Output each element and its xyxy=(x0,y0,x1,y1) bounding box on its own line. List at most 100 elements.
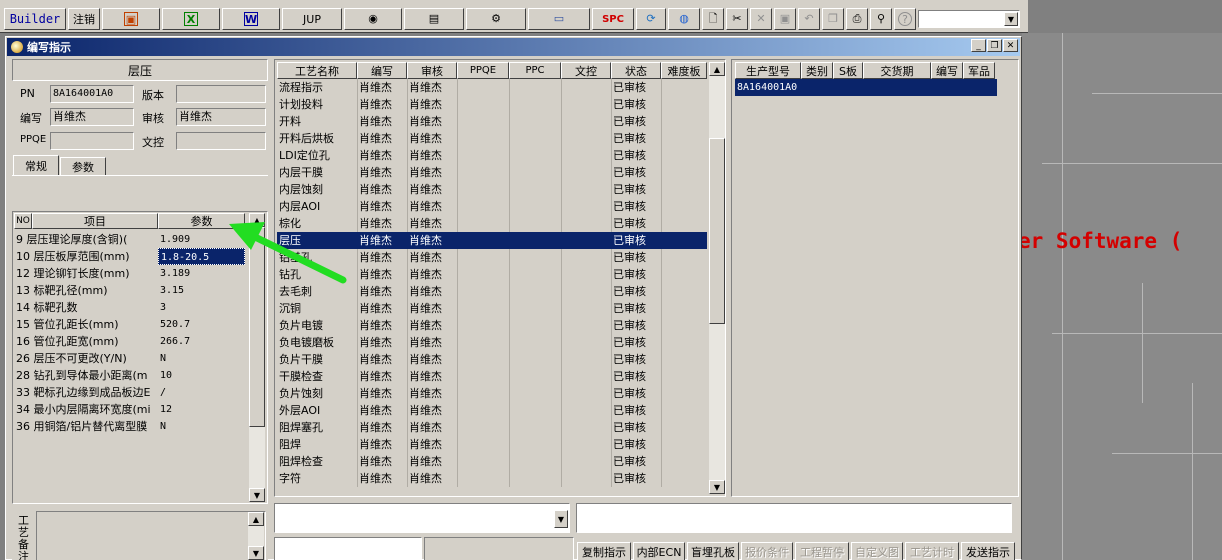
table-row[interactable]: 内层蚀刻 肖维杰 肖维杰 已审核 xyxy=(277,181,707,198)
table-row[interactable]: 15 管位孔距长(mm) 520.7 xyxy=(14,316,245,333)
table-row[interactable]: 34 最小内层隔离环宽度(mi 12 xyxy=(14,401,245,418)
table-row[interactable]: 负片干膜 肖维杰 肖维杰 已审核 xyxy=(277,351,707,368)
proc-col-status[interactable]: 状态 xyxy=(611,62,661,79)
table-row[interactable]: 内层干膜 肖维杰 肖维杰 已审核 xyxy=(277,164,707,181)
help-button[interactable]: ? xyxy=(894,8,916,30)
undo-button[interactable]: ↶ xyxy=(798,8,820,30)
report-button[interactable]: ▣ xyxy=(102,8,160,30)
maximize-button[interactable]: ❐ xyxy=(987,39,1002,52)
table-row[interactable]: 计划投料 肖维杰 肖维杰 已审核 xyxy=(277,96,707,113)
prod-col-s-board[interactable]: S板 xyxy=(833,62,863,79)
param-cell-value[interactable]: 10 xyxy=(158,367,245,384)
table-row[interactable]: 16 管位孔距宽(mm) 266.7 xyxy=(14,333,245,350)
window-titlebar[interactable]: 编写指示 xyxy=(7,38,1020,56)
author-field[interactable]: 肖维杰 xyxy=(50,108,134,126)
copy-instruction-button[interactable]: 复制指示 xyxy=(577,542,631,560)
toolbar-combo[interactable]: ▼ xyxy=(918,10,1020,28)
table-row[interactable]: 28 钻孔到导体最小距离(m 10 xyxy=(14,367,245,384)
table-row[interactable]: 负电镀磨板 肖维杰 肖维杰 已审核 xyxy=(277,334,707,351)
scroll-down-icon[interactable]: ▼ xyxy=(709,480,725,494)
param-cell-value[interactable]: 266.7 xyxy=(158,333,245,350)
delete-button[interactable]: ✕ xyxy=(750,8,772,30)
param-col-item[interactable]: 项目 xyxy=(32,213,158,229)
proc-col-ppqe[interactable]: PPQE xyxy=(457,62,509,79)
bottom-mid-field[interactable] xyxy=(424,537,574,560)
table-row[interactable]: 14 标靶孔数 3 xyxy=(14,299,245,316)
param-cell-value[interactable]: 520.7 xyxy=(158,316,245,333)
scroll-up-icon[interactable]: ▲ xyxy=(249,213,265,227)
proc-col-author[interactable]: 编写 xyxy=(357,62,407,79)
table-row[interactable]: 沉铜 肖维杰 肖维杰 已审核 xyxy=(277,300,707,317)
tools-button[interactable]: ⚙ xyxy=(466,8,526,30)
param-cell-value[interactable]: 3.15 xyxy=(158,282,245,299)
table-row[interactable]: 开料 肖维杰 肖维杰 已审核 xyxy=(277,113,707,130)
remark-field[interactable] xyxy=(36,511,266,560)
blind-buried-button[interactable]: 盲埋孔板 xyxy=(687,542,739,560)
refresh-button[interactable]: ⟳ xyxy=(636,8,666,30)
version-field[interactable] xyxy=(176,85,266,103)
send-instruction-button[interactable]: 发送指示 xyxy=(961,542,1015,560)
param-cell-value[interactable]: 3 xyxy=(158,299,245,316)
param-scrollbar[interactable]: ▲ ▼ xyxy=(249,213,265,502)
chevron-down-icon[interactable]: ▼ xyxy=(1004,12,1018,26)
close-button[interactable]: ✕ xyxy=(1003,39,1018,52)
table-row[interactable]: 铝基孔 肖维杰 肖维杰 已审核 xyxy=(277,249,707,266)
prod-col-category[interactable]: 类别 xyxy=(801,62,833,79)
price-terms-button[interactable]: 报价条件 xyxy=(741,542,793,560)
chevron-down-icon[interactable]: ▼ xyxy=(554,510,568,528)
table-row[interactable]: 钻孔 肖维杰 肖维杰 已审核 xyxy=(277,266,707,283)
spc-button[interactable]: SPC xyxy=(592,8,634,30)
process-scrollbar[interactable]: ▲ ▼ xyxy=(709,62,725,494)
table-row[interactable]: 12 理论铆钉长度(mm) 3.189 xyxy=(14,265,245,282)
prod-col-author[interactable]: 编写 xyxy=(931,62,963,79)
remark-scrollbar[interactable]: ▲ ▼ xyxy=(248,512,264,560)
internal-ecn-button[interactable]: 内部ECN xyxy=(633,542,685,560)
table-row[interactable]: 36 用铜箔/铝片替代离型膜 N xyxy=(14,418,245,435)
table-row[interactable]: 9 层压理论厚度(含铜)(1.909 xyxy=(14,231,245,248)
param-cell-value[interactable]: N xyxy=(158,418,245,435)
table-row[interactable]: 字符 肖维杰 肖维杰 已审核 xyxy=(277,470,707,487)
new-button[interactable]: 🗋 xyxy=(702,8,724,30)
table-row[interactable]: 13 标靶孔径(mm) 3.15 xyxy=(14,282,245,299)
scroll-thumb[interactable] xyxy=(709,138,725,324)
builder-button[interactable]: Builder xyxy=(4,8,66,30)
cut-button[interactable]: ✂ xyxy=(726,8,748,30)
table-row[interactable]: 8A164001A0 xyxy=(735,79,997,96)
control-field[interactable] xyxy=(176,132,266,150)
proc-col-reviewer[interactable]: 审核 xyxy=(407,62,457,79)
prod-col-delivery[interactable]: 交货期 xyxy=(863,62,931,79)
param-col-value[interactable]: 参数 xyxy=(158,213,245,229)
table-row[interactable]: 10 层压板厚范围(mm) 1.8-20.5 xyxy=(14,248,245,265)
process-combo[interactable]: ▼ xyxy=(274,503,570,533)
scroll-thumb[interactable] xyxy=(249,227,265,427)
pn-field[interactable]: 8A164001A0 xyxy=(50,85,134,103)
save-button[interactable]: ▣ xyxy=(774,8,796,30)
computer-button[interactable]: ▭ xyxy=(528,8,590,30)
find-button[interactable]: ⚲ xyxy=(870,8,892,30)
web-button[interactable]: ◍ xyxy=(668,8,700,30)
minimize-button[interactable]: _ xyxy=(971,39,986,52)
table-row[interactable]: 负片电镀 肖维杰 肖维杰 已审核 xyxy=(277,317,707,334)
table-row[interactable]: 层压 肖维杰 肖维杰 已审核 xyxy=(277,232,707,249)
scroll-down-icon[interactable]: ▼ xyxy=(249,488,265,502)
table-row[interactable]: 阻焊检查 肖维杰 肖维杰 已审核 xyxy=(277,453,707,470)
scroll-up-icon[interactable]: ▲ xyxy=(248,512,264,526)
table-row[interactable]: 流程指示 肖维杰 肖维杰 已审核 xyxy=(277,79,707,96)
copy-button[interactable]: ❐ xyxy=(822,8,844,30)
table-row[interactable]: 干膜检查 肖维杰 肖维杰 已审核 xyxy=(277,368,707,385)
param-col-no[interactable]: NO xyxy=(14,213,32,229)
table-row[interactable]: 外层AOI 肖维杰 肖维杰 已审核 xyxy=(277,402,707,419)
table-row[interactable]: 33 靶标孔边缘到成品板边E / xyxy=(14,384,245,401)
table-row[interactable]: 去毛刺 肖维杰 肖维杰 已审核 xyxy=(277,283,707,300)
param-cell-value[interactable]: 1.909 xyxy=(158,231,245,248)
reviewer-field[interactable]: 肖维杰 xyxy=(176,108,266,126)
jup-button[interactable]: JUP xyxy=(282,8,342,30)
prod-col-model[interactable]: 生产型号 xyxy=(735,62,801,79)
view-button[interactable]: ◉ xyxy=(344,8,402,30)
note-input[interactable] xyxy=(576,503,1012,533)
proc-col-difficulty[interactable]: 难度板 xyxy=(661,62,707,79)
bottom-left-input[interactable] xyxy=(274,537,422,560)
ppqe-field[interactable] xyxy=(50,132,134,150)
table-row[interactable]: 阻焊塞孔 肖维杰 肖维杰 已审核 xyxy=(277,419,707,436)
param-cell-value[interactable]: / xyxy=(158,384,245,401)
